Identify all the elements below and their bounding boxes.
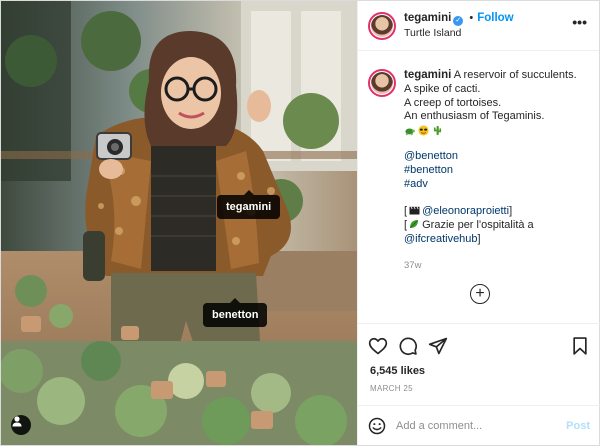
tagged-users-button[interactable]	[11, 415, 31, 435]
dot-separator: •	[469, 12, 474, 24]
post-caption: tegamini A reservoir of succulents. A sp…	[368, 69, 594, 272]
likes-count[interactable]: 6,545 likes	[370, 365, 425, 377]
caption-avatar[interactable]	[368, 69, 396, 97]
like-heart-icon[interactable]	[368, 336, 388, 356]
author-username[interactable]: tegamini	[404, 12, 451, 24]
turtle-emoji-icon	[405, 128, 415, 136]
bracket: [	[404, 218, 408, 231]
comment-bubble-icon[interactable]	[398, 336, 418, 356]
photo-illustration	[1, 1, 357, 445]
emoji-smiley-icon[interactable]	[368, 417, 386, 435]
avatar-image	[371, 14, 393, 37]
caption-body: tegamini A reservoir of succulents. A sp…	[404, 69, 577, 272]
instagram-post: tegamini benetton tegamini ✓ • Follow Turt…	[0, 0, 600, 446]
credit-text: Grazie per l'ospitalità a	[419, 218, 534, 231]
sunglasses-emoji-icon	[418, 125, 429, 136]
caption-username[interactable]: tegamini	[404, 69, 451, 81]
avatar-image	[371, 72, 393, 94]
photo-user-tag-tegamini[interactable]: tegamini	[217, 190, 281, 219]
post-comment-button[interactable]: Post	[566, 420, 590, 432]
comment-bar: Post	[358, 405, 600, 445]
leaf-emoji-icon	[410, 219, 419, 228]
follow-button[interactable]: Follow	[477, 12, 513, 24]
cactus-emoji-icon	[433, 126, 442, 136]
comment-input[interactable]	[396, 419, 567, 432]
post-side-panel: tegamini ✓ • Follow Turtle Island ••• tega…	[357, 1, 600, 445]
action-bar	[358, 323, 600, 367]
caption-line: A spike of cacti.	[404, 82, 481, 95]
photo-user-tag-benetton[interactable]: benetton	[203, 298, 268, 327]
clapperboard-emoji-icon	[409, 206, 420, 215]
bracket: [	[404, 205, 408, 218]
more-options-icon[interactable]: •••	[572, 15, 587, 29]
caption-line: A creep of tortoises.	[404, 96, 502, 109]
emoji-row	[404, 125, 577, 136]
caption-line: An enthusiasm of Tegaminis.	[404, 110, 545, 123]
header-text: tegamini ✓ • Follow Turtle Island	[404, 11, 514, 40]
mention-benetton[interactable]: @benetton	[404, 150, 458, 162]
hashtag-adv[interactable]: #adv	[404, 178, 428, 190]
post-header: tegamini ✓ • Follow Turtle Island •••	[358, 1, 599, 51]
user-icon	[12, 416, 22, 427]
hashtag-benetton[interactable]: #benetton	[404, 164, 453, 176]
mention-eleonoraproietti[interactable]: @eleonoraproietti	[422, 205, 509, 217]
mention-ifcreativehub[interactable]: @ifcreativehub	[404, 233, 478, 245]
post-date[interactable]: MARCH 25	[370, 384, 413, 393]
save-bookmark-icon[interactable]	[570, 336, 590, 356]
share-paper-plane-icon[interactable]	[428, 336, 448, 356]
post-photo[interactable]: tegamini benetton	[1, 1, 357, 445]
author-avatar[interactable]	[368, 11, 396, 40]
caption-line: A reservoir of succulents.	[453, 69, 577, 81]
caption-timestamp[interactable]: 37w	[404, 259, 577, 273]
bracket: ]	[477, 232, 481, 245]
verified-badge-icon: ✓	[453, 16, 464, 26]
load-more-comments-icon[interactable]: +	[470, 284, 490, 304]
post-location[interactable]: Turtle Island	[404, 26, 514, 40]
bracket: ]	[509, 205, 513, 218]
